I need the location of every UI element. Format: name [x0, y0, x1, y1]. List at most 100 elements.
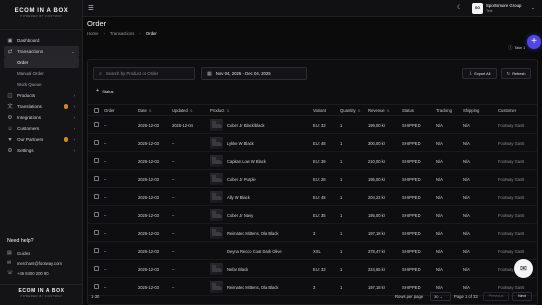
table-row[interactable]: – 2025-12-03 2025-12-04 Cober Jr Black/b…: [88, 116, 537, 134]
next-page-button[interactable]: Next: [512, 292, 532, 301]
column-header-variant[interactable]: Variant: [313, 108, 326, 113]
cell-product[interactable]: Reimatec Mittens, Ola Black: [227, 231, 278, 236]
cell-revenue: 195,00 kr: [368, 176, 386, 182]
status-filter-button[interactable]: + Status: [93, 86, 125, 96]
column-header-order[interactable]: Order: [104, 108, 115, 113]
cell-product[interactable]: Nefar Black: [227, 267, 248, 272]
cell-customer[interactable]: Footway Gas5: [498, 123, 524, 128]
cell-product[interactable]: Reimatec Mittens, Ola Black: [227, 285, 278, 290]
sidebar-item-dashboard[interactable]: ▣ Dashboard: [4, 35, 79, 46]
chat-button[interactable]: ✉: [514, 259, 533, 278]
sidebar-item-translations[interactable]: 文 Translations ›: [4, 101, 79, 112]
table-row[interactable]: – 2025-12-03 – Reimatec Mittens, Ola Bla…: [88, 224, 537, 242]
sidebar-item-label: Dashboard: [17, 38, 40, 43]
row-checkbox[interactable]: [94, 158, 99, 163]
chat-icon: ✉: [520, 264, 527, 273]
sidebar-item-customers[interactable]: ☺ Customers ›: [4, 123, 79, 134]
row-checkbox[interactable]: [94, 122, 99, 127]
column-header-quantity[interactable]: Quantity ⇅: [340, 108, 361, 113]
row-checkbox[interactable]: [94, 194, 99, 199]
brand-logo[interactable]: ECOM IN A BOX POWERED BY FOOTWAY: [0, 8, 83, 18]
cell-shipping: N/A: [463, 266, 470, 272]
cell-product[interactable]: Cober Jr Black/black: [227, 123, 265, 128]
row-checkbox[interactable]: [94, 212, 99, 217]
table-row[interactable]: – 2025-12-03 – Cober Jr Navy EU: 35 1 19…: [88, 206, 537, 224]
table-row[interactable]: – 2025-12-03 – Capitan Low W Black EU: 3…: [88, 152, 537, 170]
cell-product[interactable]: Cober Jr Purple: [227, 177, 256, 182]
cell-product[interactable]: Ally W Black: [227, 195, 250, 200]
row-checkbox[interactable]: [94, 230, 99, 235]
column-header-updated[interactable]: Updated ⇅: [172, 108, 193, 113]
shoe-image-part: [212, 265, 216, 269]
cell-tracking: N/A: [436, 230, 443, 236]
table-row[interactable]: – 2025-12-03 – Ally W Black EU: 48 1 204…: [88, 188, 537, 206]
date-range-picker[interactable]: ▦ Nov 04, 2025 - Dec 04, 2025: [201, 67, 307, 80]
user-name[interactable]: Sportsmore Group: [486, 3, 521, 8]
table-row[interactable]: – 2025-12-03 – Lykke W Black EU: 48 1 30…: [88, 134, 537, 152]
breadcrumb-home[interactable]: Home: [87, 31, 98, 36]
help-phone-label: +46 8400 200 90: [17, 270, 49, 276]
breadcrumb-transactions[interactable]: Transactions: [110, 31, 134, 36]
cell-product[interactable]: Lykke W Black: [227, 141, 254, 146]
moon-icon[interactable]: ☾: [457, 4, 462, 11]
add-order-button[interactable]: +: [527, 35, 541, 49]
chevron-right-icon: ›: [73, 137, 76, 142]
column-header-product-label: Product: [210, 108, 225, 113]
cell-customer[interactable]: Footway Gas5: [498, 159, 524, 164]
export-all-label: Export All: [474, 71, 491, 76]
help-guides-link[interactable]: ▤ Guides: [7, 248, 79, 258]
help-email-link[interactable]: ✉ merchant@footway.com: [7, 258, 79, 268]
row-checkbox[interactable]: [94, 284, 99, 289]
row-checkbox[interactable]: [94, 266, 99, 271]
sidebar-subitem-order[interactable]: Order: [4, 57, 79, 68]
cell-customer[interactable]: Footway Gas5: [498, 177, 524, 182]
table-header: Order Date ⇅ Updated ⇅ Product ⇅ Variant…: [88, 104, 537, 116]
cell-customer[interactable]: Footway Gas5: [498, 141, 524, 146]
cell-product[interactable]: Cober Jr Navy: [227, 213, 253, 218]
table-row[interactable]: – 2025-12-03 – Nefar Black EU: 33 1 224,…: [88, 260, 537, 278]
column-header-product[interactable]: Product ⇅: [210, 108, 229, 113]
select-all-checkbox[interactable]: [94, 108, 99, 113]
column-header-status[interactable]: Status: [402, 108, 414, 113]
topbar: ☰ ☾ SG Sportsmore Group Test ⌄: [83, 0, 542, 17]
column-header-revenue[interactable]: Revenue ⇅: [368, 108, 390, 113]
rows-per-page-select[interactable]: 30 ⌄: [430, 292, 451, 301]
help-phone-link[interactable]: ☏ +46 8400 200 90: [7, 268, 79, 278]
menu-icon[interactable]: ☰: [88, 4, 94, 12]
take-chip[interactable]: ⓘ Take 1: [508, 44, 530, 52]
column-header-date[interactable]: Date ⇅: [138, 108, 152, 113]
cell-tracking: N/A: [436, 212, 443, 218]
sidebar-item-settings[interactable]: ⚙ Settings ›: [4, 145, 79, 156]
cell-variant: XXL: [313, 248, 321, 254]
column-header-shipping[interactable]: Shipping: [463, 108, 479, 113]
row-checkbox[interactable]: [94, 248, 99, 253]
row-checkbox[interactable]: [94, 176, 99, 181]
chevron-down-icon[interactable]: ⌄: [531, 5, 535, 11]
cell-product[interactable]: Capitan Low W Black: [227, 159, 266, 164]
column-header-customer[interactable]: Customer: [498, 108, 516, 113]
cell-customer[interactable]: Footway Gas5: [498, 195, 524, 200]
settings-icon: ⚙: [7, 147, 13, 154]
search-input[interactable]: ⌕ Search by Product or Order: [93, 67, 195, 80]
table-row[interactable]: – 2025-12-03 – Cober Jr Purple EU: 28 1 …: [88, 170, 537, 188]
sidebar-subitem-manual-order[interactable]: Manual Order: [4, 68, 79, 79]
cell-product[interactable]: Deyna Recco Coat Dark Olive: [227, 249, 282, 254]
cell-customer[interactable]: Footway Gas5: [498, 285, 524, 290]
status-badge: SHIPPED: [402, 212, 421, 218]
sidebar-item-our-partners[interactable]: ♥ Our Partners ›: [4, 134, 79, 145]
cell-customer[interactable]: Footway Gas5: [498, 213, 524, 218]
previous-page-button[interactable]: Previous: [483, 292, 509, 301]
column-header-tracking[interactable]: Tracking: [436, 108, 452, 113]
sidebar-item-integrations[interactable]: ⚙ Integrations ›: [4, 112, 79, 123]
row-checkbox[interactable]: [94, 140, 99, 145]
cell-customer[interactable]: Footway Gas5: [498, 249, 524, 254]
sidebar-item-products[interactable]: ◫ Products ›: [4, 90, 79, 101]
cell-updated: –: [172, 176, 175, 182]
refresh-button[interactable]: ↻ Refresh: [501, 68, 531, 79]
avatar[interactable]: SG: [472, 3, 483, 14]
table-row[interactable]: – 2025-12-03 – Deyna Recco Coat Dark Oli…: [88, 242, 537, 260]
sidebar-subitem-work-queue[interactable]: Work Queue: [4, 79, 79, 90]
export-all-button[interactable]: ⇩ Export All: [462, 68, 497, 79]
cell-customer[interactable]: Footway Gas5: [498, 231, 524, 236]
sidebar-item-transactions[interactable]: ⇄ Transactions ⌄: [4, 46, 79, 57]
